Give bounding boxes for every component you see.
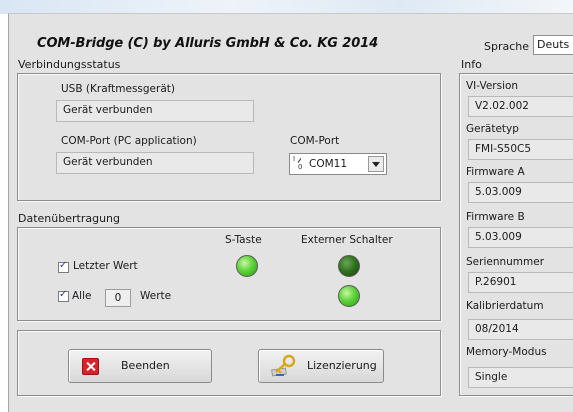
last-value-label: Letzter Wert: [73, 260, 138, 272]
info-field-firmware-a: 5.03.009: [468, 182, 573, 203]
info-label-device-type: Gerätetyp: [466, 123, 519, 135]
transfer-section-label: Datenübertragung: [18, 212, 120, 225]
info-field-firmware-b: 5.03.009: [468, 227, 573, 248]
info-label-serial-number: Seriennummer: [466, 256, 545, 268]
exit-button[interactable]: Beenden: [68, 349, 212, 383]
license-button-label: Lizenzierung: [307, 359, 377, 372]
led-extern-2: [338, 285, 360, 307]
all-values-count-input[interactable]: 0: [105, 289, 131, 307]
info-label-memory-mode: Memory-Modus: [466, 346, 547, 358]
window-top-strip: [0, 0, 573, 14]
info-field-memory-mode: Single: [468, 367, 573, 388]
info-field-device-type: FMI-S50C5: [468, 139, 573, 160]
info-label-firmware-a: Firmware A: [466, 166, 525, 178]
info-field-calibration-date: 08/2014: [468, 319, 573, 340]
comport-app-status-field: Gerät verbunden: [56, 152, 254, 174]
last-value-checkbox[interactable]: [58, 260, 69, 273]
language-label: Sprache: [484, 40, 530, 53]
values-label: Werte: [140, 290, 172, 302]
led-extern-1: [338, 255, 360, 277]
info-section-label: Info: [461, 58, 482, 71]
info-field-serial-number: P.26901: [468, 272, 573, 293]
connection-section-label: Verbindungsstatus: [18, 58, 121, 71]
usb-status-field: Gerät verbunden: [56, 100, 254, 122]
language-select[interactable]: Deuts: [533, 35, 573, 55]
info-label-calibration-date: Kalibrierdatum: [466, 300, 544, 312]
comport-value: COM11: [309, 158, 348, 170]
info-label-vi-version: VI-Version: [466, 80, 519, 92]
usb-label: USB (Kraftmessgerät): [61, 83, 175, 95]
close-x-icon: [82, 358, 99, 375]
column-header-s-taste: S-Taste: [225, 234, 262, 246]
info-field-vi-version: V2.02.002: [468, 96, 573, 117]
comport-app-label: COM-Port (PC application): [61, 135, 197, 147]
license-button[interactable]: Lizenzierung: [258, 349, 384, 383]
io-port-icon: I 0: [293, 155, 303, 171]
comport-select[interactable]: I 0 COM11: [289, 153, 387, 175]
led-s-taste: [236, 255, 258, 277]
all-values-label: Alle: [72, 290, 92, 302]
all-values-checkbox[interactable]: [58, 289, 69, 302]
app-title: COM-Bridge (C) by Alluris GmbH & Co. KG …: [37, 36, 379, 51]
comport-label: COM-Port: [290, 135, 340, 147]
info-label-firmware-b: Firmware B: [466, 211, 525, 223]
column-header-extern: Externer Schalter: [301, 234, 393, 246]
exit-button-label: Beenden: [121, 359, 170, 372]
key-icon: [270, 353, 298, 379]
chevron-down-icon[interactable]: [368, 156, 384, 172]
